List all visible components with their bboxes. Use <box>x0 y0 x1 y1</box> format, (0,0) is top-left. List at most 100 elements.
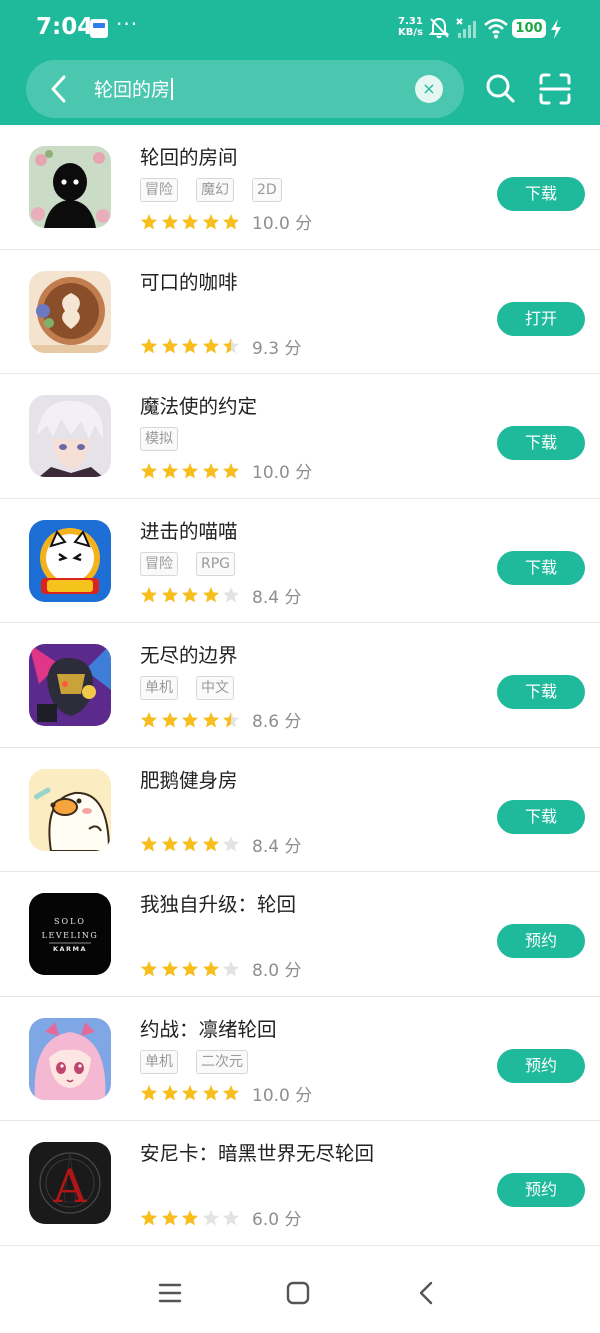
tag: RPG <box>196 551 236 576</box>
back-icon[interactable] <box>414 1280 440 1306</box>
app-icon[interactable] <box>29 1017 111 1100</box>
signal-no-sim-icon <box>456 18 476 38</box>
star-full-icon <box>161 587 178 603</box>
list-item[interactable]: 进击的喵喵 冒险 RPG 8.4 分 下载 <box>0 499 600 623</box>
star-rating <box>140 213 240 231</box>
list-item[interactable]: 约战：凛绪轮回 单机 二次元 10.0 分 预约 <box>0 997 600 1121</box>
rating: 10.0 分 <box>140 209 312 234</box>
home-icon[interactable] <box>285 1280 311 1306</box>
list-item[interactable]: 魔法使的约定 模拟 10.0 分 下载 <box>0 374 600 499</box>
app-icon[interactable] <box>29 395 111 477</box>
star-empty-icon <box>223 836 239 852</box>
star-rating <box>140 337 240 355</box>
app-icon[interactable]: A <box>29 1142 111 1224</box>
star-full-icon <box>202 960 219 976</box>
star-empty-icon <box>223 587 239 603</box>
tag: 2D <box>252 178 282 202</box>
list-item[interactable]: 轮回的房间 冒险 魔幻 2D 10.0 分 下载 <box>0 125 600 250</box>
battery-level: 100 <box>512 19 546 38</box>
star-full-icon <box>202 1085 219 1101</box>
reserve-button[interactable]: 预约 <box>497 924 585 958</box>
star-empty-icon <box>223 1209 239 1225</box>
star-empty-icon <box>202 1209 219 1225</box>
list-item[interactable]: A 安尼卡：暗黑世界无尽轮回 6.0 分 预约 <box>0 1121 600 1246</box>
cat-anniversary-icon <box>29 519 111 602</box>
open-button[interactable]: 打开 <box>497 301 585 336</box>
star-full-icon <box>161 836 178 852</box>
app-icon[interactable] <box>29 768 111 851</box>
star-full-icon <box>161 213 178 229</box>
app-name[interactable]: 约战：凛绪轮回 <box>140 1013 277 1042</box>
star-full-icon <box>161 338 178 354</box>
star-rating <box>140 1209 240 1227</box>
app-name[interactable]: 进击的喵喵 <box>140 515 238 544</box>
search-results-list: 轮回的房间 冒险 魔幻 2D 10.0 分 下载 可口的咖啡 9.3 分 打开 … <box>0 125 600 1246</box>
app-name[interactable]: 肥鹅健身房 <box>140 764 238 793</box>
download-button[interactable]: 下载 <box>497 426 585 460</box>
icon-text-karma: KARMA <box>53 945 87 953</box>
star-full-icon <box>182 462 198 478</box>
star-full-icon <box>182 1209 198 1225</box>
scan-icon[interactable] <box>538 72 572 106</box>
wifi-icon <box>484 18 508 39</box>
app-name[interactable]: 可口的咖啡 <box>140 266 238 295</box>
download-button[interactable]: 下载 <box>497 177 585 211</box>
app-name[interactable]: 魔法使的约定 <box>140 390 257 419</box>
star-full-icon <box>141 338 157 354</box>
tag: 中文 <box>196 676 234 700</box>
search-bar[interactable]: 轮回的房 × <box>26 60 464 118</box>
app-icon[interactable]: SOLO LEVELING KARMA <box>29 893 111 975</box>
search-input[interactable]: 轮回的房 <box>94 75 173 102</box>
reserve-button[interactable]: 预约 <box>497 1048 585 1083</box>
star-full-icon <box>141 462 157 478</box>
app-name[interactable]: 安尼卡：暗黑世界无尽轮回 <box>140 1137 374 1166</box>
icon-text-solo: SOLO <box>54 917 86 926</box>
star-empty-icon <box>223 960 239 976</box>
rating: 8.4 分 <box>140 583 301 608</box>
star-full-icon <box>202 711 219 727</box>
tag-list: 冒险 魔幻 2D <box>140 178 282 202</box>
star-rating <box>140 1084 240 1102</box>
app-icon[interactable] <box>29 146 111 228</box>
back-arrow-icon[interactable] <box>44 73 76 105</box>
app-icon[interactable] <box>29 270 111 353</box>
rating: 10.0 分 <box>140 1081 312 1106</box>
app-icon[interactable] <box>29 644 111 726</box>
tag-list: 单机 中文 <box>140 676 234 700</box>
anime-character-icon <box>29 395 111 477</box>
app-name[interactable]: 无尽的边界 <box>140 639 238 668</box>
notification-app-icon <box>90 19 108 38</box>
download-button[interactable]: 下载 <box>497 799 585 834</box>
tag-list: 模拟 <box>140 427 178 451</box>
app-icon[interactable] <box>29 519 111 602</box>
rating-score: 10.0 分 <box>252 1085 313 1106</box>
list-item[interactable]: 可口的咖啡 9.3 分 打开 <box>0 250 600 374</box>
star-full-icon <box>223 213 239 229</box>
list-item[interactable]: SOLO LEVELING KARMA 我独自升级：轮回 8.0 分 预约 <box>0 872 600 997</box>
clear-icon[interactable]: × <box>415 75 443 103</box>
star-full-icon <box>161 960 178 976</box>
app-name[interactable]: 我独自升级：轮回 <box>140 888 296 917</box>
download-button[interactable]: 下载 <box>497 550 585 585</box>
rating-score: 8.6 分 <box>252 712 302 732</box>
star-full-icon <box>182 587 198 603</box>
menu-icon[interactable] <box>157 1280 183 1306</box>
star-full-icon <box>141 711 157 727</box>
list-item[interactable]: 无尽的边界 单机 中文 8.6 分 下载 <box>0 623 600 748</box>
star-rating <box>140 835 240 853</box>
rating-score: 9.3 分 <box>252 338 302 359</box>
app-name[interactable]: 轮回的房间 <box>140 141 238 170</box>
star-half-icon <box>223 711 239 727</box>
download-button[interactable]: 下载 <box>497 675 585 709</box>
rating: 6.0 分 <box>140 1205 301 1230</box>
rating-score: 8.4 分 <box>252 587 302 608</box>
star-rating <box>140 462 240 480</box>
search-icon[interactable] <box>484 72 516 104</box>
list-item[interactable]: 肥鹅健身房 8.4 分 下载 <box>0 748 600 872</box>
rating: 9.3 分 <box>140 334 301 359</box>
coffee-cup-icon <box>29 270 111 353</box>
solo-leveling-logo-icon: SOLO LEVELING KARMA <box>29 893 111 975</box>
reserve-button[interactable]: 预约 <box>497 1173 585 1207</box>
status-time: 7:04 <box>36 14 94 40</box>
star-rating <box>140 586 240 604</box>
